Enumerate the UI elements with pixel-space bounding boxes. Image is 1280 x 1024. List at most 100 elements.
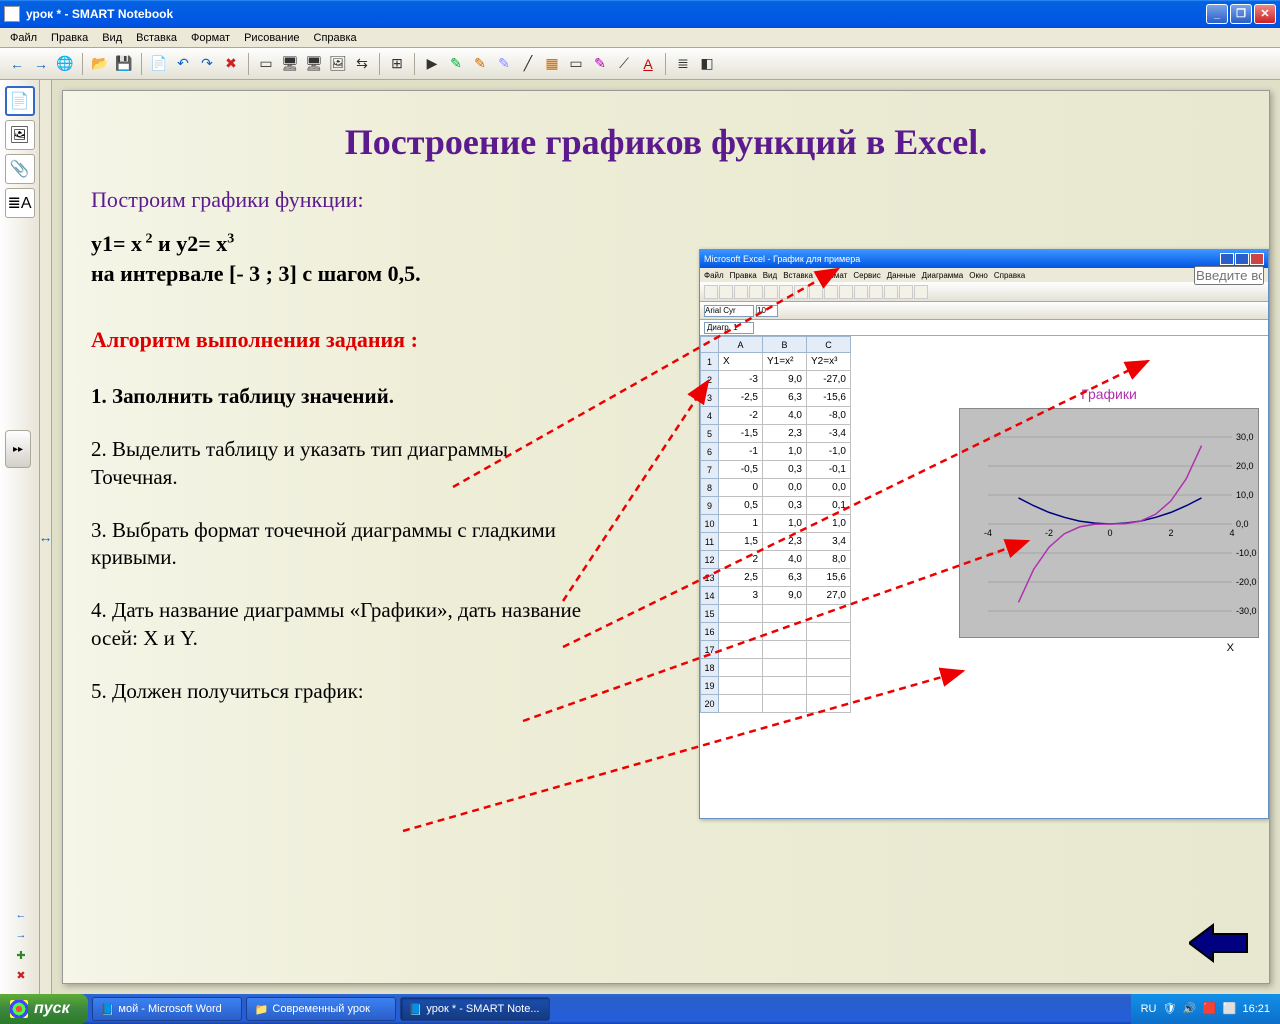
tab-props-icon[interactable]: ≣A bbox=[5, 188, 35, 218]
side-handle[interactable]: ▸▸ bbox=[5, 430, 31, 468]
excel-menu-insert: Вставка bbox=[783, 271, 813, 280]
line-icon[interactable]: ╱ bbox=[517, 53, 539, 75]
excel-help-search bbox=[1194, 266, 1264, 285]
magic-pen-icon[interactable]: ✎ bbox=[589, 53, 611, 75]
nav-del-icon[interactable]: ✖ bbox=[10, 966, 32, 984]
pen3-icon[interactable]: ✎ bbox=[493, 53, 515, 75]
step-3: 3. Выбрать формат точечной диаграммы с г… bbox=[91, 517, 591, 572]
menu-format[interactable]: Формат bbox=[185, 30, 236, 46]
svg-text:-4: -4 bbox=[984, 528, 992, 538]
menu-file[interactable]: Файл bbox=[4, 30, 43, 46]
toolbar: ← → 🌐 📂 💾 📄 ↶ ↷ ✖ ▭ 🖥 🖥 🖼 ⇆ ⊞ ▶ ✎ ✎ ✎ ╱ … bbox=[0, 48, 1280, 80]
chart-title: Графики bbox=[954, 380, 1264, 408]
menu-insert[interactable]: Вставка bbox=[130, 30, 183, 46]
taskbar-item-label: Современный урок bbox=[272, 1003, 370, 1015]
swap-icon[interactable]: ⇆ bbox=[351, 53, 373, 75]
undo-icon[interactable]: ↶ bbox=[172, 53, 194, 75]
window-titlebar: урок * - SMART Notebook _ ❐ ✕ bbox=[0, 0, 1280, 28]
nav-next-icon[interactable]: → bbox=[10, 926, 32, 944]
display1-icon[interactable]: 🖥 bbox=[279, 53, 301, 75]
tray-lang: RU bbox=[1141, 1003, 1157, 1015]
system-tray[interactable]: RU 🛡 🔊 🟥 ⬜ 16:21 bbox=[1131, 994, 1280, 1024]
start-button[interactable]: пуск bbox=[0, 994, 88, 1024]
slide-title: Построение графиков функций в Excel. bbox=[91, 121, 1241, 163]
excel-menu-window: Окно bbox=[969, 271, 988, 280]
step-2: 2. Выделить таблицу и указать тип диагра… bbox=[91, 436, 591, 491]
eraser-icon[interactable]: ⟋ bbox=[613, 53, 635, 75]
excel-menu-edit: Правка bbox=[730, 271, 757, 280]
panel-expand[interactable]: ↔ bbox=[40, 80, 52, 994]
excel-titlebar: Microsoft Excel - График для примера bbox=[700, 250, 1268, 268]
svg-text:2: 2 bbox=[1168, 528, 1173, 538]
nav-prev-icon[interactable]: ← bbox=[10, 906, 32, 924]
rect-icon[interactable]: ▭ bbox=[565, 53, 587, 75]
excel-menu-format: Формат bbox=[819, 271, 847, 280]
shape-icon[interactable]: ▦ bbox=[541, 53, 563, 75]
minimize-button[interactable]: _ bbox=[1206, 4, 1228, 24]
menu-view[interactable]: Вид bbox=[96, 30, 128, 46]
capture-icon[interactable]: 🖼 bbox=[327, 53, 349, 75]
tab-gallery-icon[interactable]: 🖼 bbox=[5, 120, 35, 150]
props1-icon[interactable]: ≣ bbox=[672, 53, 694, 75]
tray-icon: 🛡 bbox=[1162, 1002, 1176, 1016]
taskbar-item-smart[interactable]: 📘урок * - SMART Note... bbox=[400, 997, 550, 1021]
nav-add-icon[interactable]: ✚ bbox=[10, 946, 32, 964]
menu-draw[interactable]: Рисование bbox=[238, 30, 305, 46]
menu-edit[interactable]: Правка bbox=[45, 30, 94, 46]
pointer-icon[interactable]: ▶ bbox=[421, 53, 443, 75]
side-tabs: 📄 🖼 📎 ≣A bbox=[0, 80, 40, 994]
excel-close-icon bbox=[1250, 253, 1264, 265]
text-icon[interactable]: A bbox=[637, 53, 659, 75]
delete-icon[interactable]: ✖ bbox=[220, 53, 242, 75]
redo-icon[interactable]: ↷ bbox=[196, 53, 218, 75]
excel-menu-help: Справка bbox=[994, 271, 1025, 280]
back-arrow-shape[interactable] bbox=[1189, 923, 1249, 963]
open-icon[interactable]: 📂 bbox=[89, 53, 111, 75]
svg-text:20,0: 20,0 bbox=[1236, 461, 1254, 471]
close-button[interactable]: ✕ bbox=[1254, 4, 1276, 24]
tab-attach-icon[interactable]: 📎 bbox=[5, 154, 35, 184]
window-title: урок * - SMART Notebook bbox=[26, 7, 1206, 21]
new-page-icon[interactable]: 📄 bbox=[148, 53, 170, 75]
tray-icon: ⬜ bbox=[1222, 1002, 1236, 1016]
tab-pages-icon[interactable]: 📄 bbox=[5, 86, 35, 116]
menu-help[interactable]: Справка bbox=[308, 30, 363, 46]
chart-plot: 30,020,010,00,0-10,0-20,0-30,0-4-2024 bbox=[959, 408, 1259, 638]
slide[interactable]: Построение графиков функций в Excel. Пос… bbox=[62, 90, 1270, 984]
step-1: 1. Заполнить таблицу значений. bbox=[91, 383, 591, 410]
svg-text:-2: -2 bbox=[1045, 528, 1053, 538]
tray-clock: 16:21 bbox=[1242, 1003, 1270, 1015]
svg-text:4: 4 bbox=[1229, 528, 1234, 538]
excel-menu-view: Вид bbox=[763, 271, 777, 280]
taskbar: пуск 📘мой - Microsoft Word 📁Современный … bbox=[0, 994, 1280, 1024]
excel-menu-data: Данные bbox=[887, 271, 916, 280]
excel-menu-chart: Диаграмма bbox=[922, 271, 964, 280]
page-nav: ← → ✚ ✖ bbox=[10, 906, 36, 984]
excel-font-size bbox=[756, 305, 778, 317]
maximize-button[interactable]: ❐ bbox=[1230, 4, 1252, 24]
pen1-icon[interactable]: ✎ bbox=[445, 53, 467, 75]
svg-text:30,0: 30,0 bbox=[1236, 432, 1254, 442]
save-icon[interactable]: 💾 bbox=[113, 53, 135, 75]
tray-icon: 🔊 bbox=[1182, 1002, 1196, 1016]
excel-toolbar-1 bbox=[700, 282, 1268, 302]
forward-icon[interactable]: → bbox=[30, 53, 52, 75]
step-5: 5. Должен получиться график: bbox=[91, 678, 591, 705]
pen2-icon[interactable]: ✎ bbox=[469, 53, 491, 75]
props2-icon[interactable]: ◧ bbox=[696, 53, 718, 75]
svg-text:0: 0 bbox=[1107, 528, 1112, 538]
screen-icon[interactable]: ▭ bbox=[255, 53, 277, 75]
back-icon[interactable]: ← bbox=[6, 53, 28, 75]
taskbar-item-word[interactable]: 📘мой - Microsoft Word bbox=[92, 997, 242, 1021]
expand-icon: ↔ bbox=[39, 529, 53, 545]
slide-subtitle: Построим графики функции: bbox=[91, 187, 1241, 213]
display2-icon[interactable]: 🖥 bbox=[303, 53, 325, 75]
excel-menu-file: Файл bbox=[704, 271, 724, 280]
table-icon[interactable]: ⊞ bbox=[386, 53, 408, 75]
excel-menu-tools: Сервис bbox=[853, 271, 880, 280]
globe-icon[interactable]: 🌐 bbox=[54, 53, 76, 75]
slide-canvas: Построение графиков функций в Excel. Пос… bbox=[52, 80, 1280, 994]
taskbar-item-folder[interactable]: 📁Современный урок bbox=[246, 997, 396, 1021]
excel-font-name bbox=[704, 305, 754, 317]
excel-max-icon bbox=[1235, 253, 1249, 265]
